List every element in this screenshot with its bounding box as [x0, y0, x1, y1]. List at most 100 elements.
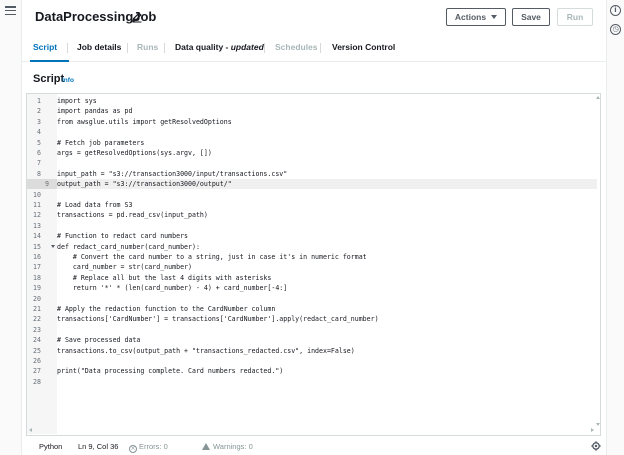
line-number-text: 13 [33, 221, 41, 230]
line-number-text: 14 [33, 232, 41, 241]
line-number: 5 [27, 138, 49, 148]
code-line[interactable] [57, 158, 597, 168]
code-line[interactable]: def redact_card_number(card_number): [57, 242, 597, 252]
pencil-icon[interactable] [131, 11, 143, 23]
line-number: 7 [27, 158, 49, 168]
scroll-right-icon[interactable] [591, 428, 594, 432]
tab-bar: Script Job details Runs Data quality - u… [22, 34, 606, 62]
code-line[interactable] [57, 127, 597, 137]
line-number-text: 19 [33, 284, 41, 293]
status-warnings[interactable]: Warnings: 0 [202, 442, 253, 451]
code-line[interactable]: input_path = "s3://transaction3000/input… [57, 169, 597, 179]
menu-icon[interactable] [5, 6, 16, 16]
clock-icon[interactable]: ◷ [610, 24, 621, 35]
line-number: 21 [27, 304, 49, 314]
code-line[interactable]: # Save processed data [57, 335, 597, 345]
code-line[interactable]: # Function to redact card numbers [57, 231, 597, 241]
tab-divider [67, 43, 68, 53]
status-errors-label: Errors: 0 [139, 442, 168, 451]
line-number: 10 [27, 190, 49, 200]
tab-data-quality-status: updated [230, 42, 264, 52]
line-number-text: 28 [33, 377, 41, 386]
tab-data-quality[interactable]: Data quality - updated [175, 42, 264, 52]
code-line[interactable]: from awsglue.utils import getResolvedOpt… [57, 117, 597, 127]
code-line[interactable]: transactions = pd.read_csv(input_path) [57, 210, 597, 220]
tab-version-control[interactable]: Version Control [332, 42, 395, 52]
info-link[interactable]: Info [62, 77, 74, 84]
line-number-text: 2 [37, 107, 41, 116]
status-cursor-position: Ln 9, Col 36 [78, 442, 119, 451]
fold-toggle-icon[interactable] [51, 244, 55, 248]
line-number-text: 21 [33, 305, 41, 313]
horizontal-scrollbar[interactable] [29, 428, 594, 433]
line-number: 12 [27, 210, 49, 220]
code-line[interactable] [57, 294, 597, 304]
line-number-text: 15 [33, 242, 41, 251]
code-area[interactable]: import sys import pandas as pd from awsglu… [57, 94, 597, 434]
code-line[interactable]: transactions['CardNumber'] = transaction… [57, 314, 597, 324]
section-title: Script [33, 73, 65, 85]
line-number: 1 [27, 96, 49, 106]
line-number-text: 18 [33, 273, 41, 282]
gear-icon[interactable] [591, 441, 601, 451]
tab-script[interactable]: Script [33, 42, 57, 52]
line-number: 20 [27, 294, 49, 304]
code-line[interactable]: output_path = "s3://transaction3000/outp… [57, 179, 597, 190]
tab-runs[interactable]: Runs [137, 42, 158, 52]
code-line[interactable]: args = getResolvedOptions(sys.argv, []) [57, 148, 597, 158]
line-number-text: 24 [33, 336, 41, 345]
code-line[interactable]: transactions.to_csv(output_path + "trans… [57, 346, 597, 356]
status-errors[interactable]: × Errors: 0 [129, 442, 168, 453]
code-line[interactable] [57, 221, 597, 231]
line-number-text: 25 [33, 346, 41, 355]
info-icon[interactable]: i [610, 5, 621, 16]
tab-job-details[interactable]: Job details [77, 42, 121, 52]
tab-divider [127, 43, 128, 53]
error-icon: × [129, 445, 137, 453]
line-number-text: 16 [33, 253, 41, 261]
line-number-gutter: 1 2 3 4 5 6 7 8 9 10 11 12 13 14 15 16 17 18 19 20 21 22 23 24 2… [27, 94, 57, 434]
line-number-text: 7 [37, 159, 41, 168]
save-button[interactable]: Save [512, 8, 550, 26]
header: DataProcessingJob Actions Save Run [22, 0, 606, 32]
code-line[interactable] [57, 325, 597, 335]
scroll-up-icon[interactable] [596, 96, 600, 99]
line-number: 26 [27, 356, 49, 366]
code-line[interactable]: # Fetch job parameters [57, 138, 597, 148]
code-line[interactable] [57, 190, 597, 200]
tab-schedules[interactable]: Schedules [275, 42, 318, 52]
right-rail: i ◷ [606, 0, 624, 455]
code-line[interactable]: # Replace all but the last 4 digits with… [57, 273, 597, 283]
scroll-left-icon[interactable] [29, 428, 32, 432]
run-button[interactable]: Run [557, 8, 593, 26]
code-line[interactable] [57, 356, 597, 366]
line-number: 2 [27, 106, 49, 116]
line-number: 6 [27, 148, 49, 158]
line-number-text: 20 [33, 294, 41, 303]
code-line[interactable]: import pandas as pd [57, 106, 597, 116]
code-line[interactable]: # Load data from S3 [57, 200, 597, 210]
code-line[interactable] [57, 377, 597, 387]
line-number: 4 [27, 127, 49, 137]
tab-divider [320, 43, 321, 53]
line-number: 13 [27, 221, 49, 231]
code-line[interactable]: import sys [57, 96, 597, 106]
line-number: 19 [27, 283, 49, 293]
main-panel: DataProcessingJob Actions Save Run Scrip… [22, 0, 606, 455]
code-editor[interactable]: 1 2 3 4 5 6 7 8 9 10 11 12 13 14 15 16 17 18 19 20 21 22 23 24 2… [26, 93, 601, 436]
actions-button[interactable]: Actions [446, 8, 506, 26]
line-number-text: 27 [33, 367, 41, 376]
code-line[interactable]: return '*' * (len(card_number) - 4) + ca… [57, 283, 597, 293]
code-line[interactable]: card_number = str(card_number) [57, 262, 597, 272]
tab-divider [264, 43, 265, 53]
line-number-text: 10 [33, 190, 41, 199]
line-number-text: 22 [33, 315, 41, 324]
scroll-down-icon[interactable] [596, 423, 600, 426]
vertical-scrollbar[interactable] [596, 96, 600, 432]
warning-icon [202, 443, 210, 450]
code-line[interactable]: # Apply the redaction function to the Ca… [57, 304, 597, 314]
code-line[interactable]: print("Data processing complete. Card nu… [57, 366, 597, 376]
caret-down-icon [491, 15, 498, 19]
code-line[interactable]: # Convert the card number to a string, j… [57, 252, 597, 262]
line-number-text: 11 [33, 201, 41, 209]
